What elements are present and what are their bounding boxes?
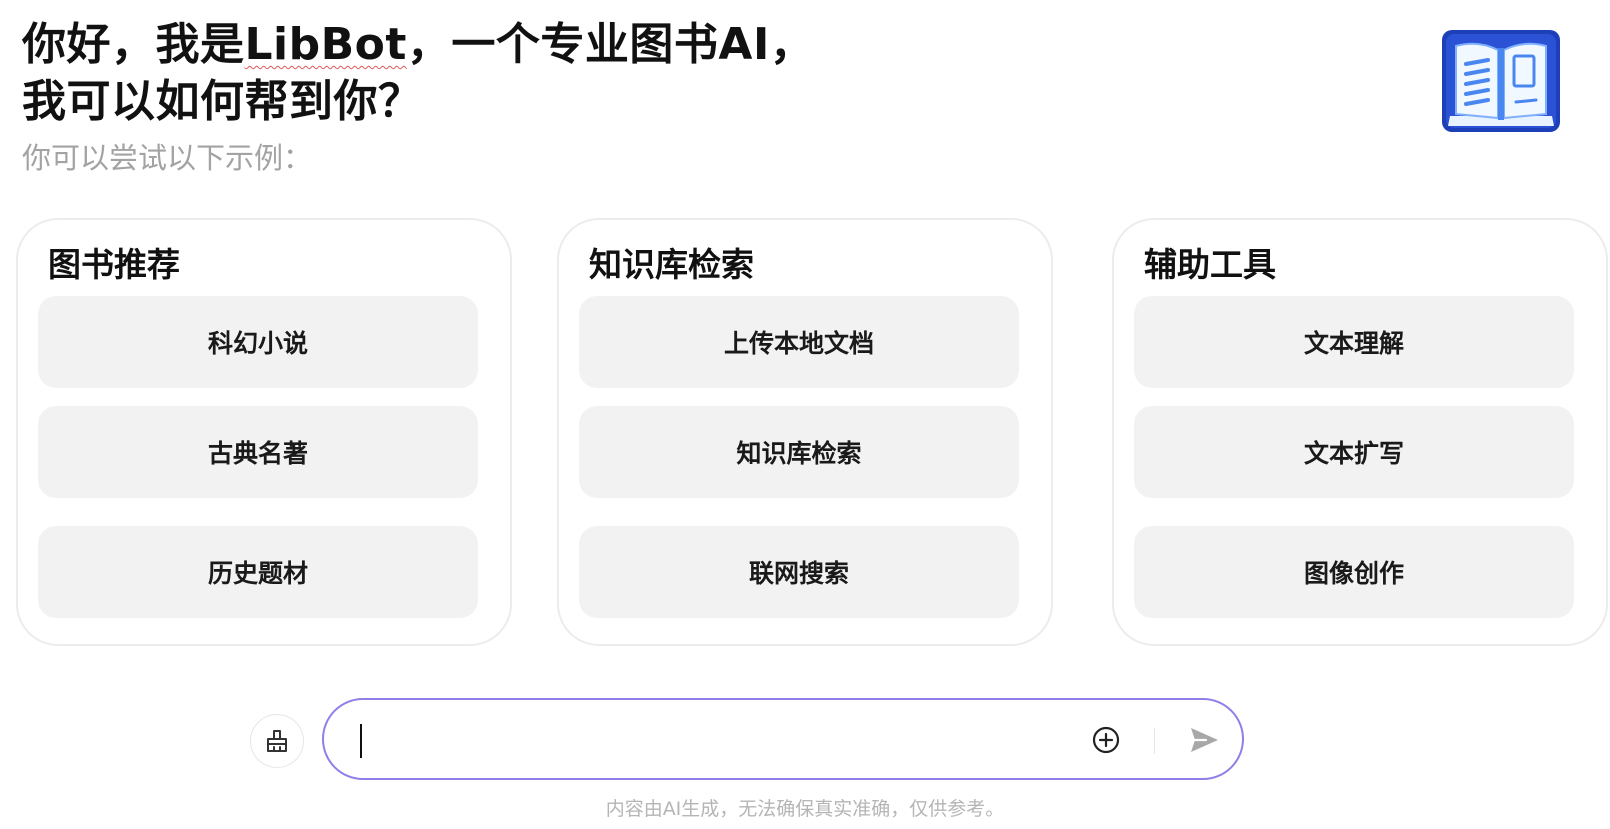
example-chip-text-understanding[interactable]: 文本理解 [1134, 296, 1574, 388]
card-title: 图书推荐 [48, 245, 180, 284]
card-assist-tools: 辅助工具 文本理解 文本扩写 图像创作 [1112, 218, 1608, 646]
send-button[interactable] [1186, 722, 1222, 758]
app-page: 你好，我是LibBot，一个专业图书AI， 我可以如何帮到你？ 你可以尝试以下示… [0, 0, 1610, 829]
chat-input[interactable] [322, 698, 1244, 780]
libbot-logo [1442, 30, 1560, 132]
greeting-prefix: 你好，我是 [22, 19, 245, 70]
example-chip-knowledge-search[interactable]: 知识库检索 [579, 406, 1019, 498]
example-chip-web-search[interactable]: 联网搜索 [579, 526, 1019, 618]
text-caret [360, 724, 362, 758]
example-chip-upload-local-doc[interactable]: 上传本地文档 [579, 296, 1019, 388]
example-chip-classic-masterpieces[interactable]: 古典名著 [38, 406, 478, 498]
greeting-line-2: 我可以如何帮到你？ [22, 76, 423, 127]
add-attachment-button[interactable] [1090, 724, 1122, 756]
greeting-line-1: 你好，我是LibBot，一个专业图书AI， [22, 16, 814, 73]
card-title: 辅助工具 [1144, 245, 1276, 284]
brush-icon [267, 730, 287, 752]
greeting-suffix: ，一个专业图书AI， [406, 19, 815, 70]
example-chip-scifi-novels[interactable]: 科幻小说 [38, 296, 478, 388]
card-book-recommendation: 图书推荐 科幻小说 古典名著 历史题材 [16, 218, 512, 646]
send-icon [1191, 728, 1218, 752]
card-title: 知识库检索 [589, 245, 754, 284]
examples-subtitle: 你可以尝试以下示例： [22, 141, 313, 175]
open-book-icon [1442, 30, 1560, 132]
example-chip-image-creation[interactable]: 图像创作 [1134, 526, 1574, 618]
example-chip-text-expansion[interactable]: 文本扩写 [1134, 406, 1574, 498]
plus-circle-icon [1092, 726, 1120, 754]
brand-name: LibBot [244, 19, 407, 70]
greeting-headline: 你好，我是LibBot，一个专业图书AI， 我可以如何帮到你？ [22, 16, 814, 130]
card-knowledge-base: 知识库检索 上传本地文档 知识库检索 联网搜索 [557, 218, 1053, 646]
ai-disclaimer: 内容由AI生成，无法确保真实准确，仅供参考。 [605, 798, 1005, 820]
brush-button[interactable] [250, 714, 304, 768]
input-divider [1154, 728, 1155, 754]
example-chip-historical-topics[interactable]: 历史题材 [38, 526, 478, 618]
